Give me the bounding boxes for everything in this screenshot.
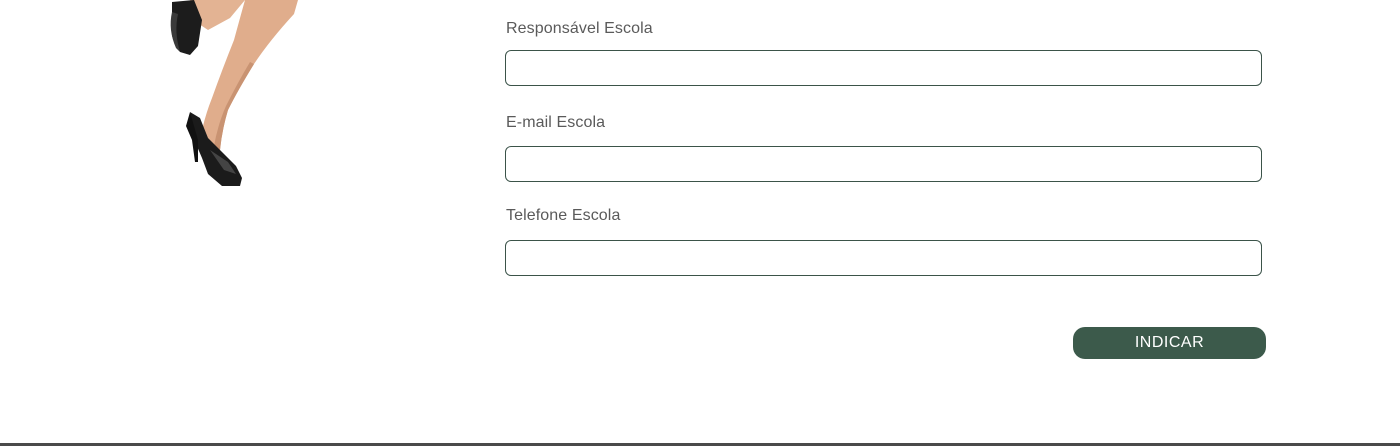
page: Responsável Escola E-mail Escola Telefon… <box>0 0 1400 446</box>
email-school-input[interactable] <box>505 146 1262 182</box>
phone-school-input[interactable] <box>505 240 1262 276</box>
indicar-submit-button[interactable]: INDICAR <box>1073 327 1266 359</box>
email-school-label: E-mail Escola <box>506 114 606 131</box>
phone-school-label: Telefone Escola <box>506 207 621 224</box>
responsible-school-input[interactable] <box>505 50 1262 86</box>
responsible-school-label: Responsável Escola <box>506 20 653 37</box>
woman-legs-high-heels-image <box>150 0 310 200</box>
